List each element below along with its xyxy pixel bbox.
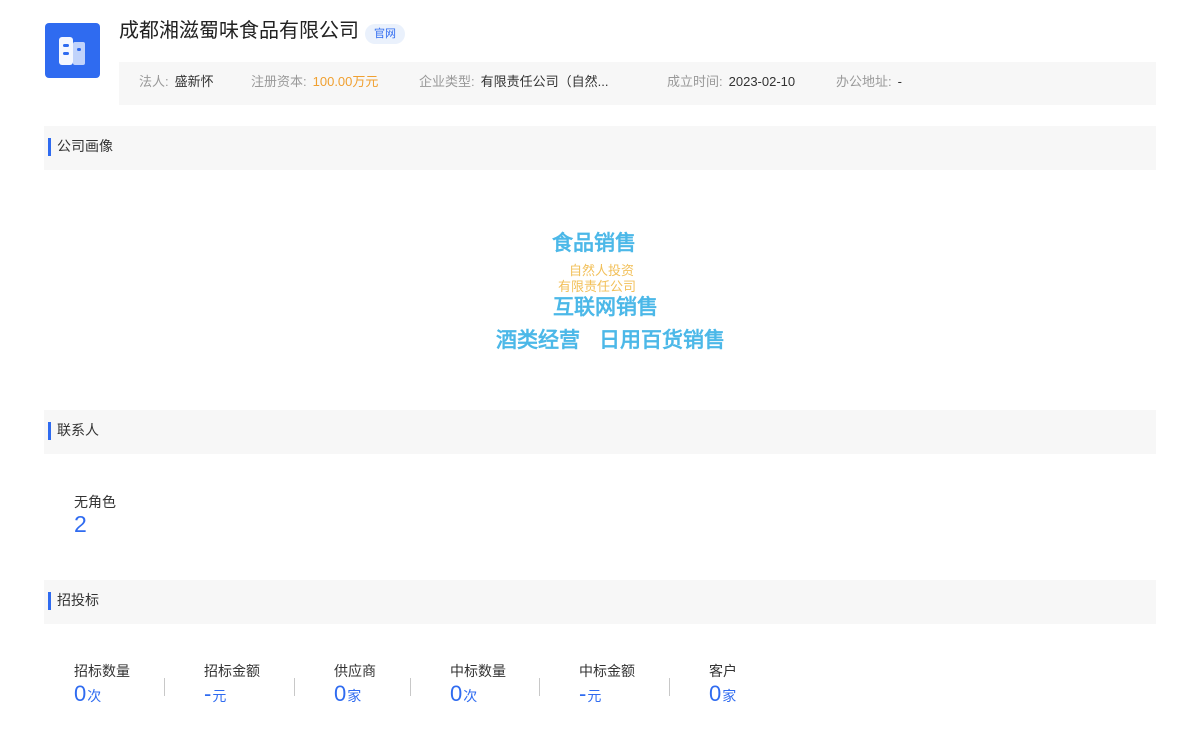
cloud-word: 酒类经营 [496,329,580,352]
stat-divider [539,678,540,696]
stat-value[interactable]: 0 [450,681,462,706]
stat-label: 客户 [709,663,737,679]
stat-value[interactable]: 0 [709,681,721,706]
official-site-badge[interactable]: 官网 [365,24,405,44]
section-title: 招投标 [57,592,99,608]
section-title: 公司画像 [57,138,113,154]
stat-divider [410,678,411,696]
stat-label: 中标数量 [450,663,506,679]
section-accent-bar [48,138,51,156]
company-logo [45,23,100,78]
stat-divider [669,678,670,696]
stat-value[interactable]: - [204,681,211,706]
stat-suppliers: 供应商 0家 [334,662,376,708]
contact-role-label: 无角色 [74,494,116,510]
reg-capital: 注册资本: 100.00万元 [251,62,378,102]
legal-rep: 法人: 盛新怀 [139,62,214,102]
reg-capital-value: 100.00万元 [312,74,379,89]
stat-unit: 元 [587,688,602,704]
stat-label: 招标数量 [74,663,130,679]
stat-tender-amount: 招标金额 -元 [204,662,260,708]
stat-win-amount: 中标金额 -元 [579,662,635,708]
stat-unit: 次 [463,688,478,704]
cloud-word: 自然人投资 [569,263,635,278]
stat-label: 供应商 [334,663,376,679]
office-address: 办公地址: - [836,62,902,102]
stat-win-count: 中标数量 0次 [450,662,506,708]
established-date: 成立时间: 2023-02-10 [667,62,795,102]
company-name: 成都湘滋蜀味食品有限公司 [119,20,359,42]
stat-unit: 次 [87,688,102,704]
stat-value[interactable]: 0 [334,681,346,706]
company-type-label: 企业类型: [419,74,475,89]
stat-unit: 家 [722,688,737,704]
cloud-word: 互联网销售 [553,296,658,319]
stat-divider [294,678,295,696]
company-type: 企业类型: 有限责任公司（自然... [419,62,608,102]
stat-unit: 家 [347,688,362,704]
section-company-portrait: 公司画像 [44,126,1156,170]
stat-divider [164,678,165,696]
stat-label: 中标金额 [579,663,635,679]
contact-role-count[interactable]: 2 [74,510,87,538]
section-contacts: 联系人 [44,410,1156,454]
cloud-word: 日用百货销售 [599,329,725,352]
stat-unit: 元 [212,688,227,704]
established-value: 2023-02-10 [728,74,796,89]
section-title: 联系人 [57,422,99,438]
legal-rep-value[interactable]: 盛新怀 [175,74,214,89]
stat-value[interactable]: - [579,681,586,706]
section-bidding: 招投标 [44,580,1156,624]
office-value: - [897,74,902,89]
stat-label: 招标金额 [204,663,260,679]
office-label: 办公地址: [836,74,892,89]
reg-capital-label: 注册资本: [251,74,307,89]
stat-value[interactable]: 0 [74,681,86,706]
section-accent-bar [48,592,51,610]
legal-rep-label: 法人: [139,74,169,89]
established-label: 成立时间: [667,74,723,89]
company-type-value: 有限责任公司（自然... [480,74,609,89]
section-accent-bar [48,422,51,440]
stat-tender-count: 招标数量 0次 [74,662,130,708]
cloud-word: 有限责任公司 [558,279,637,294]
cloud-word: 食品销售 [552,232,636,255]
stat-customers: 客户 0家 [709,662,737,708]
company-info-bar: 法人: 盛新怀 注册资本: 100.00万元 企业类型: 有限责任公司（自然... 成… [119,62,1156,105]
building-icon [59,37,85,65]
